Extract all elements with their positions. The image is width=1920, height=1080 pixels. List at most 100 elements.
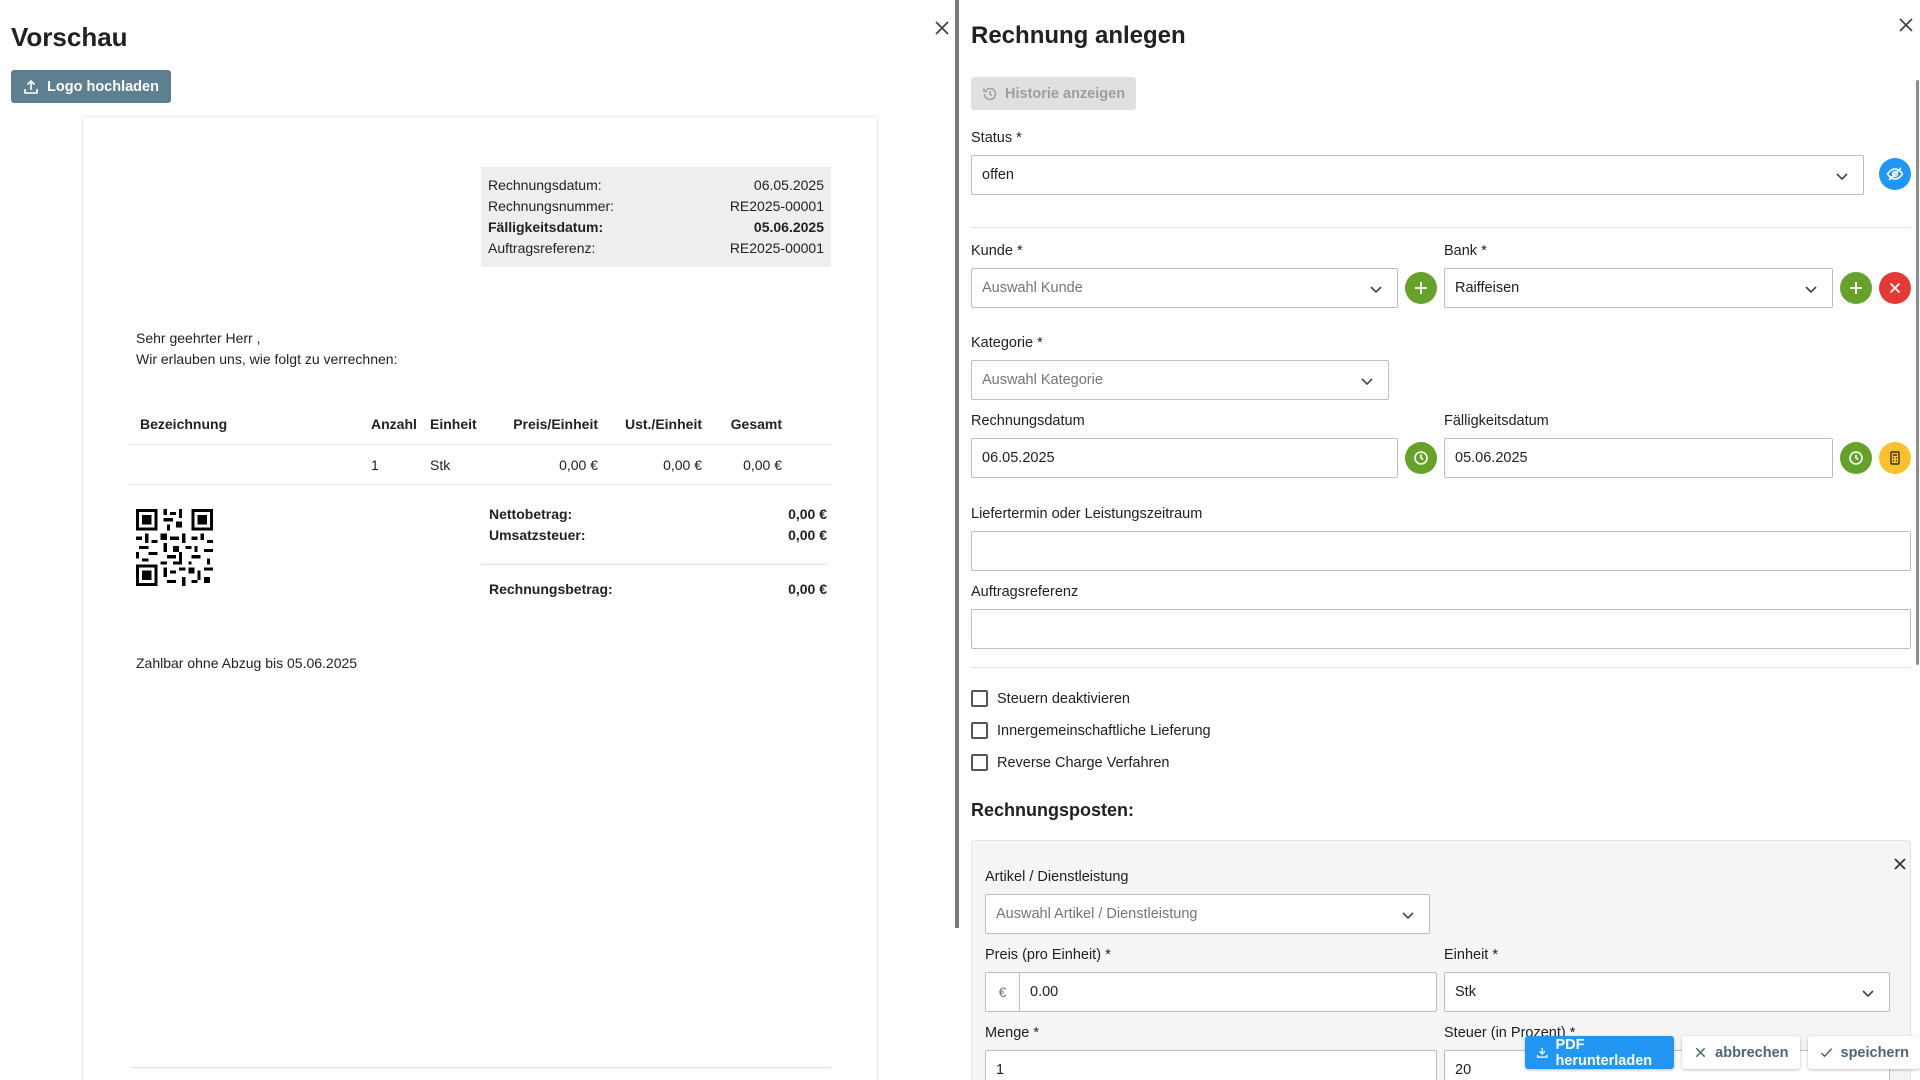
download-icon [1536, 1047, 1548, 1058]
bank-value: Raiffeisen [1455, 280, 1520, 296]
panel-divider[interactable] [955, 0, 959, 928]
cancel-button[interactable]: abbrechen [1682, 1036, 1800, 1069]
meta-label: Rechnungsnummer: [488, 198, 615, 214]
menge-label: Menge * [985, 1025, 1040, 1041]
bank-select[interactable]: Raiffeisen [1444, 268, 1833, 308]
checkbox-box[interactable] [971, 690, 988, 707]
auftragsreferenz-input[interactable] [971, 609, 1911, 649]
auftragsreferenz-label: Auftragsreferenz [971, 584, 1079, 600]
invoice-totals: Nettobetrag: 0,00 € Umsatzsteuer: 0,00 € R… [481, 504, 827, 600]
rechnungsdatum-label: Rechnungsdatum [971, 413, 1085, 429]
checkbox-steuern-deaktivieren[interactable]: Steuern deaktivieren [971, 690, 1130, 707]
add-kunde-button[interactable] [1405, 272, 1437, 304]
kunde-select[interactable]: Auswahl Kunde [971, 268, 1398, 308]
kunde-label: Kunde * [971, 243, 1023, 259]
checkbox-label: Innergemeinschaftliche Lieferung [997, 722, 1211, 739]
meta-label: Auftragsreferenz: [488, 240, 596, 256]
posten-title: Rechnungsposten: [971, 800, 1135, 820]
kategorie-placeholder: Auswahl Kategorie [982, 372, 1103, 388]
save-label: speichern [1840, 1044, 1910, 1061]
chevron-down-icon [1836, 173, 1848, 181]
total-label: Nettobetrag: [489, 506, 573, 522]
kunde-placeholder: Auswahl Kunde [982, 280, 1083, 296]
save-button[interactable]: speichern [1807, 1036, 1920, 1069]
calculator-button[interactable] [1879, 442, 1911, 474]
table-cell: 1 [371, 456, 379, 473]
preis-input[interactable]: € 0.00 [985, 972, 1437, 1012]
logo-upload-label: Logo hochladen [47, 78, 159, 95]
upload-icon [24, 79, 38, 94]
section-divider [971, 667, 1911, 668]
total-value: 0,00 € [788, 506, 827, 522]
checkbox-label: Steuern deaktivieren [997, 690, 1130, 707]
checkbox-innergemeinschaftliche-lieferung[interactable]: Innergemeinschaftliche Lieferung [971, 722, 1211, 739]
logo-upload-button[interactable]: Logo hochladen [11, 70, 171, 103]
form-actions: PDF herunterladen abbrechen speichern [1525, 1036, 1920, 1069]
calculator-icon [1890, 451, 1900, 465]
rechnungsdatum-today-button[interactable] [1405, 442, 1437, 474]
euro-prefix: € [986, 973, 1020, 1011]
status-select[interactable]: offen [971, 155, 1864, 195]
chevron-down-icon [1862, 990, 1874, 998]
artikel-placeholder: Auswahl Artikel / Dienstleistung [996, 906, 1198, 922]
checkbox-reverse-charge[interactable]: Reverse Charge Verfahren [971, 754, 1170, 771]
close-icon [1695, 1047, 1706, 1058]
status-value: offen [982, 167, 1014, 183]
liefertermin-input[interactable] [971, 531, 1911, 571]
clock-icon [1849, 451, 1863, 465]
meta-row: Rechnungsdatum: 06.05.2025 [488, 175, 824, 196]
plus-icon [1415, 282, 1427, 294]
menge-input[interactable]: 1 [985, 1050, 1437, 1080]
close-icon[interactable] [932, 18, 952, 38]
close-icon[interactable] [1891, 855, 1909, 873]
menge-value: 1 [996, 1062, 1005, 1078]
column-header: Einheit [430, 415, 477, 432]
add-bank-button[interactable] [1840, 272, 1872, 304]
close-icon[interactable] [1895, 14, 1917, 36]
artikel-label: Artikel / Dienstleistung [985, 869, 1129, 885]
table-header: Bezeichnung Anzahl Einheit Preis/Einheit… [128, 403, 832, 445]
checkbox-label: Reverse Charge Verfahren [997, 754, 1170, 771]
history-button[interactable]: Historie anzeigen [971, 77, 1137, 110]
total-row: Nettobetrag: 0,00 € [489, 504, 827, 525]
liefertermin-label: Liefertermin oder Leistungszeitraum [971, 506, 1203, 522]
rechnungsdatum-input[interactable]: 06.05.2025 [971, 438, 1398, 478]
clear-bank-button[interactable] [1879, 272, 1911, 304]
cancel-label: abbrechen [1715, 1044, 1789, 1061]
pdf-download-label: PDF herunterladen [1555, 1036, 1653, 1069]
plus-icon [1850, 282, 1862, 294]
meta-value: RE2025-00001 [729, 198, 824, 214]
visibility-button[interactable] [1879, 158, 1911, 190]
meta-row: Fälligkeitsdatum: 05.06.2025 [488, 217, 824, 238]
bank-label: Bank * [1444, 243, 1487, 259]
table-cell: Stk [430, 456, 451, 473]
meta-label: Fälligkeitsdatum: [488, 219, 604, 235]
eye-off-icon [1886, 167, 1904, 181]
kategorie-label: Kategorie * [971, 335, 1043, 351]
invoice-items-table: Bezeichnung Anzahl Einheit Preis/Einheit… [128, 403, 832, 485]
faelligkeit-label: Fälligkeitsdatum [1444, 413, 1549, 429]
kategorie-select[interactable]: Auswahl Kategorie [971, 360, 1389, 400]
column-header: Bezeichnung [140, 415, 228, 432]
pdf-download-button[interactable]: PDF herunterladen [1525, 1036, 1675, 1069]
einheit-value: Stk [1455, 984, 1476, 1000]
artikel-select[interactable]: Auswahl Artikel / Dienstleistung [985, 894, 1430, 934]
faelligkeit-today-button[interactable] [1840, 442, 1872, 474]
meta-label: Rechnungsdatum: [488, 177, 602, 193]
chevron-down-icon [1370, 286, 1382, 294]
greeting-line: Wir erlauben uns, wie folgt zu verrechne… [136, 351, 398, 367]
faelligkeit-input[interactable]: 05.06.2025 [1444, 438, 1833, 478]
total-label: Umsatzsteuer: [489, 527, 586, 543]
history-label: Historie anzeigen [1005, 85, 1126, 102]
footer-divider [131, 1067, 831, 1068]
invoice-form-panel: Rechnung anlegen Historie anzeigen Statu… [960, 0, 1920, 1080]
chevron-down-icon [1402, 912, 1414, 920]
preis-label: Preis (pro Einheit) * [985, 947, 1111, 963]
checkbox-box[interactable] [971, 722, 988, 739]
checkbox-box[interactable] [971, 754, 988, 771]
invoice-preview: Rechnungsdatum: 06.05.2025 Rechnungsnumme… [83, 117, 877, 1080]
einheit-select[interactable]: Stk [1444, 972, 1890, 1012]
total-label: Rechnungsbetrag: [489, 581, 613, 597]
scrollbar[interactable] [1916, 80, 1919, 665]
meta-value: 05.06.2025 [753, 219, 824, 235]
